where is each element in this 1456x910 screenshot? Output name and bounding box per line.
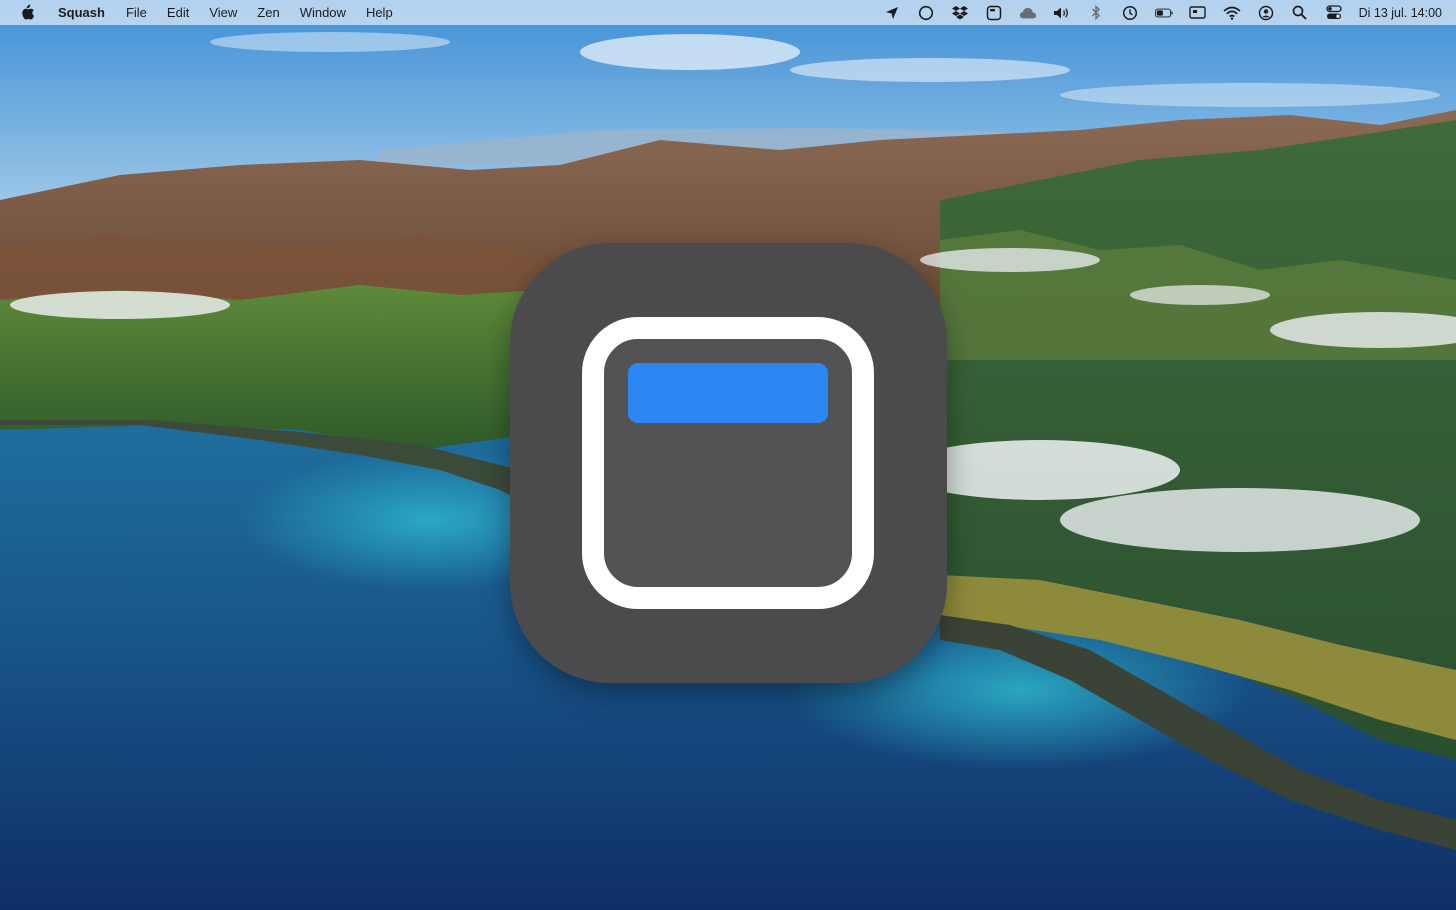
circle-icon[interactable] — [917, 4, 935, 22]
menu-bar-clock[interactable]: Di 13 jul. 14:00 — [1359, 6, 1442, 20]
wifi-icon[interactable] — [1223, 4, 1241, 22]
menu-bar: Squash File Edit View Zen Window Help Di… — [0, 0, 1456, 25]
menu-app-name[interactable]: Squash — [58, 5, 105, 20]
search-icon[interactable] — [1291, 4, 1309, 22]
app-window-icon[interactable] — [985, 4, 1003, 22]
window-outline-glyph — [582, 317, 874, 609]
menu-help[interactable]: Help — [366, 5, 393, 20]
battery-icon[interactable] — [1154, 4, 1173, 22]
squash-app-icon — [510, 243, 947, 683]
menu-bar-status-area: Di 13 jul. 14:00 — [867, 0, 1442, 25]
dropbox-icon[interactable] — [951, 4, 969, 22]
location-arrow-icon[interactable] — [883, 4, 901, 22]
window-title-bar-glyph — [628, 363, 828, 423]
menu-zen[interactable]: Zen — [257, 5, 279, 20]
user-icon[interactable] — [1257, 4, 1275, 22]
menu-file[interactable]: File — [126, 5, 147, 20]
apple-logo-icon[interactable] — [20, 4, 36, 22]
menu-view[interactable]: View — [209, 5, 237, 20]
cloud-icon[interactable] — [1019, 4, 1037, 22]
time-machine-icon[interactable] — [1121, 4, 1139, 22]
volume-icon[interactable] — [1053, 4, 1071, 22]
menu-bar-left: Squash File Edit View Zen Window Help — [20, 0, 413, 25]
menu-window[interactable]: Window — [300, 5, 346, 20]
control-center-icon[interactable] — [1325, 4, 1343, 22]
menu-edit[interactable]: Edit — [167, 5, 189, 20]
display-icon[interactable] — [1189, 4, 1207, 22]
bluetooth-icon[interactable] — [1087, 4, 1105, 22]
